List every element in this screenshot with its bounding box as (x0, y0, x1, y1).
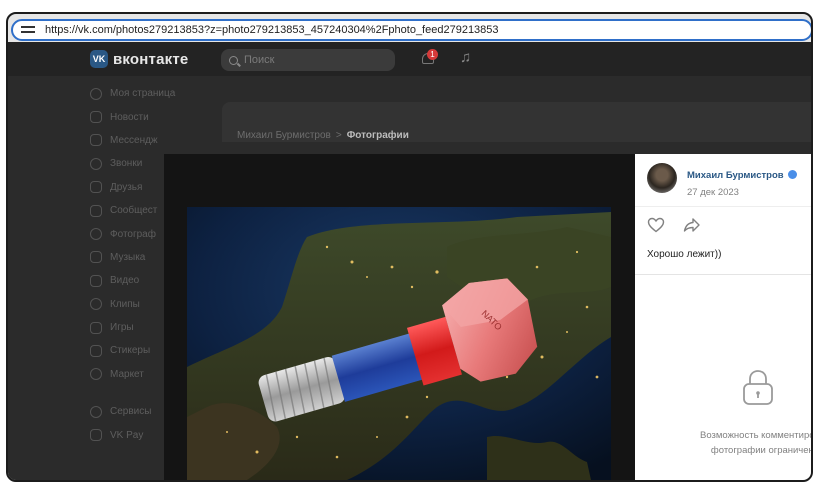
sidebar-item-label: Моя страница (110, 88, 176, 100)
breadcrumb-current: Фотографии (346, 130, 409, 141)
sidebar-item-label: Мессендж (110, 134, 158, 146)
communities-icon (90, 204, 102, 217)
lock-icon (743, 370, 773, 405)
vk-logo[interactable]: VK вконтакте (90, 50, 188, 68)
sidebar-item[interactable]: Новости (90, 105, 210, 128)
sidebar-item-label: Видео (110, 275, 140, 287)
search-icon (229, 55, 238, 65)
sidebar-item-label: Музыка (110, 251, 146, 263)
site-settings-icon[interactable] (21, 23, 37, 37)
friends-icon (90, 181, 102, 194)
sidebar-item-label: Стикеры (110, 345, 151, 357)
breadcrumb-separator: > (335, 130, 342, 141)
sidebar-item-label: Сервисы (110, 406, 152, 418)
photos-icon (90, 228, 102, 241)
restricted-line-2: фотографии ограничена (710, 445, 813, 456)
browser-window: https://vk.com/photos279213853?z=photo27… (6, 12, 813, 482)
address-bar[interactable]: https://vk.com/photos279213853?z=photo27… (11, 19, 811, 41)
sidebar-item-label: Фотограф (110, 228, 156, 240)
photo-caption: Хорошо лежит)) (647, 249, 722, 260)
sidebar-item-label: Игры (110, 322, 134, 334)
author-block[interactable]: Михаил Бурмистров 27 дек 2023 (647, 163, 797, 198)
sidebar-item-label: Звонки (110, 158, 143, 170)
avatar[interactable] (647, 163, 677, 193)
music-note-icon[interactable]: ♫ (460, 50, 474, 66)
comments-restricted-notice: Возможность комментирован фотографии огр… (665, 428, 813, 458)
notifications-button[interactable]: 1 (421, 49, 438, 67)
sidebar-item-label: Маркет (110, 368, 144, 380)
sidebar-item[interactable]: Мессендж (90, 129, 210, 152)
market-icon (90, 368, 102, 381)
sidebar-item-label: VK Pay (110, 429, 144, 441)
news-icon (90, 111, 102, 124)
clips-icon (90, 298, 102, 311)
divider (635, 206, 811, 207)
divider (635, 274, 811, 275)
top-header: VK вконтакте Поиск 1 ♫ (8, 42, 811, 76)
profile-icon (90, 87, 102, 100)
actions-bar (647, 217, 701, 233)
post-date[interactable]: 27 дек 2023 (687, 187, 797, 198)
notification-badge: 1 (427, 49, 438, 60)
games-icon (90, 321, 102, 334)
photo-image[interactable]: NATO (187, 207, 611, 480)
stickers-icon (90, 344, 102, 357)
music-icon (90, 251, 102, 264)
search-placeholder: Поиск (244, 54, 275, 66)
messenger-icon (90, 134, 102, 147)
verified-icon (787, 170, 797, 179)
breadcrumb: Михаил Бурмистров > Фотографии (237, 130, 409, 141)
url-text[interactable]: https://vk.com/photos279213853?z=photo27… (45, 24, 499, 36)
sidebar-item-label: Клипы (110, 298, 140, 310)
vk-logo-text: вконтакте (113, 50, 189, 68)
phone-icon (90, 157, 102, 170)
vk-page: VK вконтакте Поиск 1 ♫ Моя страница Новос… (8, 42, 811, 480)
video-icon (90, 274, 102, 287)
services-icon (90, 405, 102, 418)
sidebar-item-label: Новости (110, 111, 149, 123)
sidebar-item-label: Сообщест (110, 205, 158, 217)
restricted-line-1: Возможность комментирован (700, 430, 811, 441)
photo-info-panel: Михаил Бурмистров 27 дек 2023 Хорошо леж… (635, 154, 811, 480)
author-name[interactable]: Михаил Бурмистров (687, 170, 784, 181)
vkpay-icon (90, 429, 102, 442)
sidebar-item-label: Друзья (110, 181, 143, 193)
breadcrumb-parent[interactable]: Михаил Бурмистров (237, 130, 331, 141)
like-heart-icon[interactable] (647, 217, 665, 233)
vk-logo-icon: VK (90, 50, 108, 68)
search-input[interactable]: Поиск (221, 49, 395, 71)
sidebar-item[interactable]: Моя страница (90, 82, 210, 105)
share-icon[interactable] (683, 217, 701, 233)
europe-bolt-illustration: NATO (187, 207, 611, 480)
